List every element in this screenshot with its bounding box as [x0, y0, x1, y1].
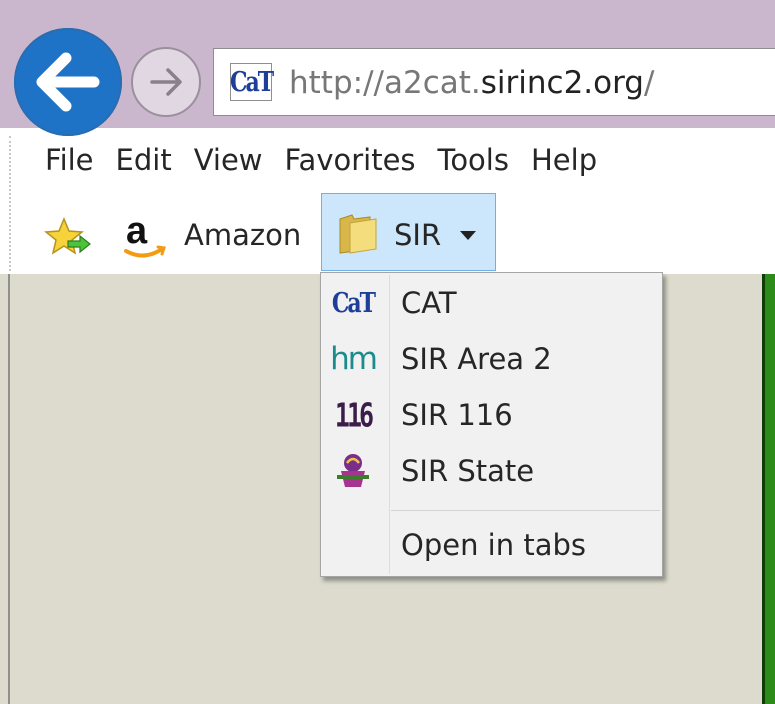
dropdown-item-sir-116[interactable]: 116 SIR 116 — [321, 387, 662, 443]
back-arrow-icon — [36, 52, 100, 112]
dropdown-item-label: SIR State — [401, 454, 535, 488]
amazon-icon: a — [124, 210, 166, 258]
add-to-favorites-icon — [44, 217, 91, 255]
sir-folder-button[interactable]: SIR — [321, 193, 496, 271]
menu-favorites[interactable]: Favorites — [274, 138, 427, 182]
cat-site-icon: CaT — [329, 283, 377, 323]
menu-view[interactable]: View — [183, 138, 274, 182]
favorites-bar: a Amazon SIR — [0, 193, 775, 273]
url-text[interactable]: http://a2cat.sirinc2.org/ — [289, 63, 654, 103]
dropdown-item-label: SIR 116 — [401, 398, 513, 432]
sir116-site-icon: 116 — [329, 395, 377, 435]
menu-tools[interactable]: Tools — [427, 138, 520, 182]
menu-help[interactable]: Help — [520, 138, 608, 182]
back-button[interactable] — [14, 28, 122, 136]
url-suffix: / — [643, 65, 655, 101]
dropdown-item-cat[interactable]: CaT CAT — [321, 275, 662, 331]
dropdown-separator — [391, 510, 660, 511]
page-right-panel — [762, 274, 775, 704]
dropdown-item-open-in-tabs[interactable]: Open in tabs — [321, 517, 662, 573]
hm-site-icon: hm — [329, 339, 378, 379]
sir-state-logo-icon — [337, 454, 369, 487]
dropdown-item-label: SIR Area 2 — [401, 342, 552, 376]
address-bar[interactable]: CaT http://a2cat.sirinc2.org/ — [213, 48, 775, 116]
hm-logo-icon: hm — [330, 341, 378, 377]
sir116-logo-icon: 116 — [334, 396, 374, 434]
cat-logo-icon: CaT — [331, 286, 376, 320]
cat-logo-icon: CaT — [229, 65, 274, 99]
menu-bar: File Edit View Favorites Tools Help — [34, 138, 608, 182]
dropdown-item-sir-area-2[interactable]: hm SIR Area 2 — [321, 331, 662, 387]
folder-icon — [339, 214, 377, 254]
sir-state-site-icon — [329, 451, 377, 491]
dropdown-item-label: CAT — [401, 286, 457, 320]
site-favicon: CaT — [229, 63, 274, 101]
url-host: sirinc2.org — [480, 65, 644, 101]
dropdown-item-sir-state[interactable]: SIR State — [321, 443, 662, 499]
amazon-icon-letter: a — [126, 210, 148, 252]
sir-folder-label: SIR — [394, 218, 442, 252]
menu-edit[interactable]: Edit — [105, 138, 183, 182]
open-in-tabs-label: Open in tabs — [401, 528, 586, 562]
sir-folder-dropdown: CaT CAT hm SIR Area 2 116 SIR 116 SIR St… — [320, 272, 663, 577]
amazon-favorite-link[interactable]: Amazon — [184, 217, 301, 253]
chevron-down-icon — [460, 231, 476, 240]
menu-file[interactable]: File — [34, 138, 105, 182]
forward-button[interactable] — [131, 47, 201, 117]
url-prefix: http://a2cat. — [289, 65, 481, 101]
add-to-favorites-button[interactable] — [44, 217, 94, 257]
forward-arrow-icon — [150, 68, 182, 96]
amazon-favicon[interactable]: a — [120, 209, 172, 261]
page-left-border — [8, 274, 10, 704]
